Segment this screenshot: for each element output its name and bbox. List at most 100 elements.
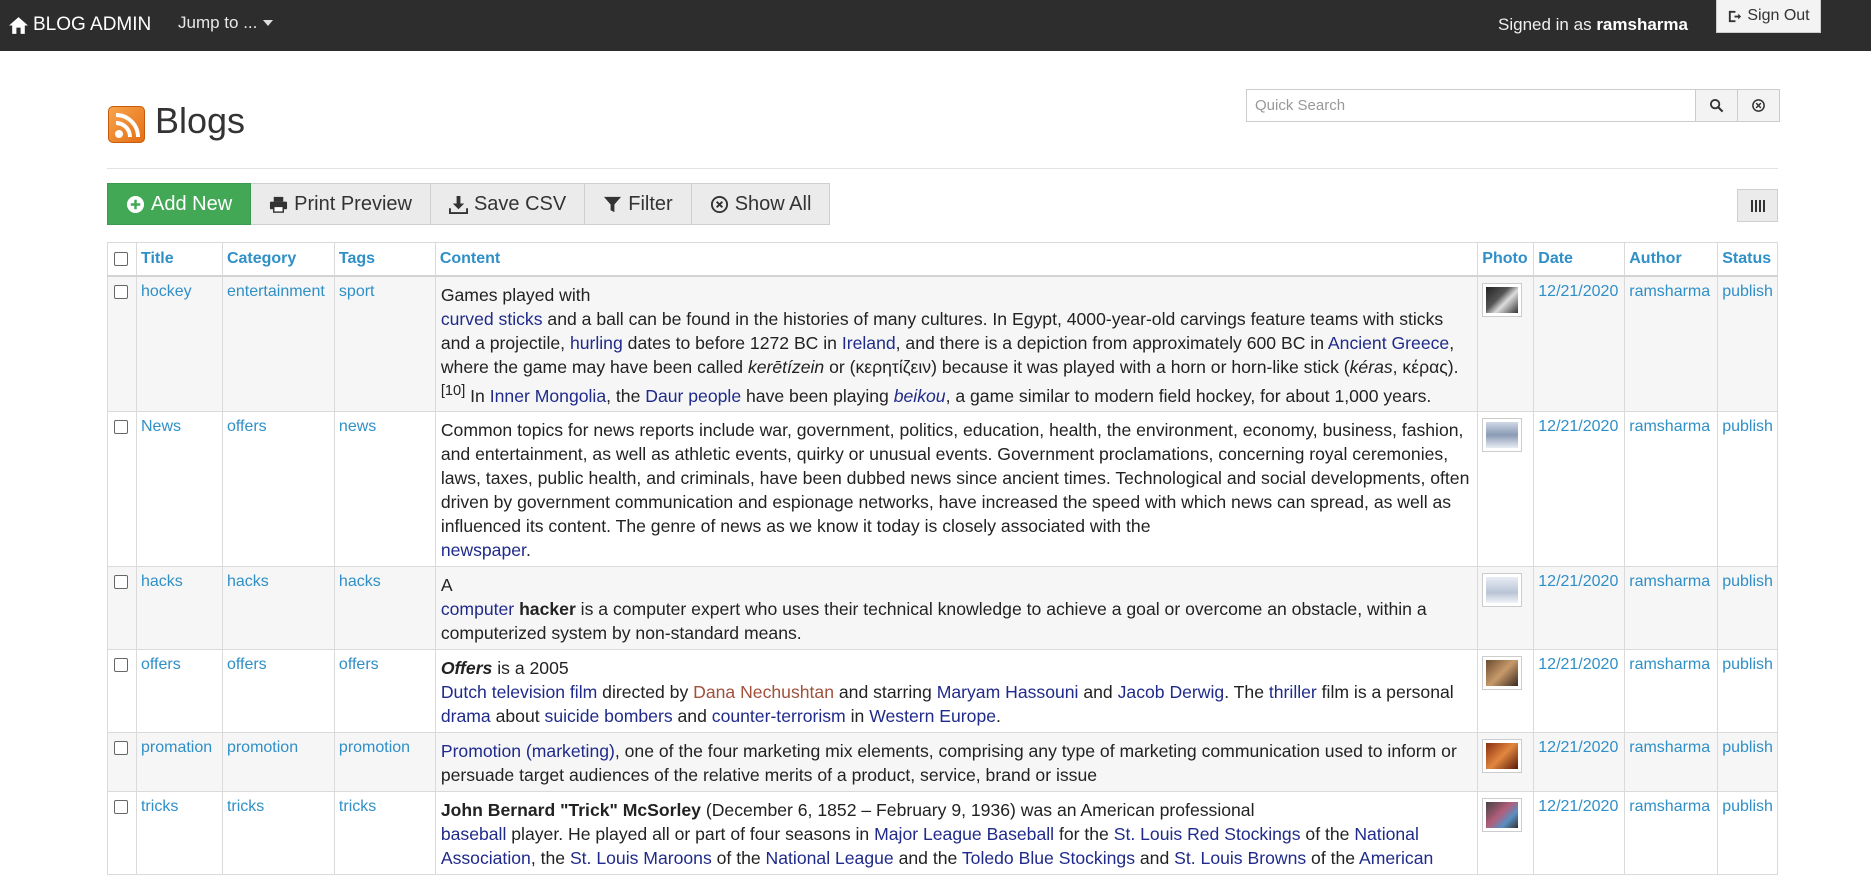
brand-label: BLOG ADMIN [33, 14, 152, 35]
brand-link[interactable]: BLOG ADMIN [8, 12, 151, 38]
cell-tags-link[interactable]: sport [339, 283, 375, 300]
cell-date-link[interactable]: 12/21/2020 [1538, 798, 1618, 815]
cell-title-link[interactable]: News [141, 418, 181, 435]
cell-status-link[interactable]: publish [1722, 418, 1773, 435]
save-csv-button[interactable]: Save CSV [430, 183, 586, 225]
cell-category-link[interactable]: tricks [227, 798, 264, 815]
jump-to-dropdown[interactable]: Jump to ... [178, 13, 274, 33]
content-link[interactable]: Toledo Blue Stockings [962, 848, 1135, 868]
row-checkbox[interactable] [114, 575, 128, 590]
photo-thumbnail[interactable] [1482, 739, 1523, 774]
content-link[interactable]: hurling [570, 333, 623, 353]
content-link[interactable]: Major League Baseball [874, 824, 1054, 844]
cell-author-link[interactable]: ramsharma [1629, 739, 1710, 756]
add-new-button[interactable]: Add New [107, 183, 252, 225]
content-link[interactable]: thriller [1269, 682, 1317, 702]
cell-author-link[interactable]: ramsharma [1629, 798, 1710, 815]
cell-date-link[interactable]: 12/21/2020 [1538, 656, 1618, 673]
content-link[interactable]: Dutch [441, 682, 487, 702]
content-link[interactable]: St. Louis Red Stockings [1114, 824, 1301, 844]
photo-thumbnail[interactable] [1482, 418, 1523, 453]
cell-tags-link[interactable]: promotion [339, 739, 410, 756]
content-link[interactable]: Maryam Hassouni [937, 682, 1079, 702]
content-link[interactable]: Promotion (marketing) [441, 741, 615, 761]
content-link[interactable]: St. Louis Browns [1174, 848, 1306, 868]
content-link[interactable]: curved sticks [441, 309, 543, 329]
show-all-button[interactable]: Show All [691, 183, 831, 225]
cell-category-link[interactable]: entertainment [227, 283, 325, 300]
content-link[interactable]: St. Louis Maroons [570, 848, 712, 868]
cell-category-link[interactable]: offers [227, 418, 267, 435]
content-link[interactable]: beikou [894, 385, 946, 405]
cell-date-link[interactable]: 12/21/2020 [1538, 573, 1618, 590]
content-text: in [845, 706, 870, 727]
photo-thumbnail[interactable] [1482, 573, 1523, 608]
sign-out-button[interactable]: Sign Out [1716, 0, 1821, 33]
cell-author-link[interactable]: ramsharma [1629, 573, 1710, 590]
cell-date-link[interactable]: 12/21/2020 [1538, 418, 1618, 435]
cell-status-link[interactable]: publish [1722, 798, 1773, 815]
row-checkbox[interactable] [114, 800, 128, 815]
search-input[interactable] [1246, 89, 1696, 122]
content-link[interactable]: Inner Mongolia [490, 385, 606, 405]
cell-author-link[interactable]: ramsharma [1629, 283, 1710, 300]
cell-status-link[interactable]: publish [1722, 739, 1773, 756]
content-link[interactable]: Ireland [842, 333, 896, 353]
content-text: and [1135, 848, 1175, 869]
cell-tags-link[interactable]: offers [339, 656, 379, 673]
content-link[interactable]: computer [441, 599, 514, 619]
cell-tags-link[interactable]: hacks [339, 573, 381, 590]
photo-thumbnail[interactable] [1482, 282, 1523, 317]
content-link[interactable]: Ancient Greece [1328, 333, 1449, 353]
row-checkbox[interactable] [114, 420, 128, 435]
content-link[interactable]: newspaper [441, 540, 526, 560]
column-header-photo[interactable]: Photo [1477, 242, 1535, 277]
content-link[interactable]: Dana Nechushtan [693, 682, 834, 702]
column-header-date[interactable]: Date [1533, 242, 1626, 277]
row-checkbox[interactable] [114, 658, 128, 673]
cell-category-link[interactable]: hacks [227, 573, 269, 590]
cell-date-link[interactable]: 12/21/2020 [1538, 283, 1618, 300]
cell-status-link[interactable]: publish [1722, 573, 1773, 590]
cell-tags-link[interactable]: news [339, 418, 376, 435]
cell-author-link[interactable]: ramsharma [1629, 418, 1710, 435]
content-link[interactable]: American [1359, 848, 1433, 868]
cell-status-link[interactable]: publish [1722, 283, 1773, 300]
cell-category-link[interactable]: promotion [227, 739, 298, 756]
content-link[interactable]: suicide bombers [545, 706, 673, 726]
content-link[interactable]: Jacob Derwig [1118, 682, 1225, 702]
cell-title-link[interactable]: hockey [141, 283, 192, 300]
columns-toggle-button[interactable] [1737, 189, 1778, 222]
cell-author-link[interactable]: ramsharma [1629, 656, 1710, 673]
cell-title-link[interactable]: tricks [141, 798, 178, 815]
cell-title-link[interactable]: offers [141, 656, 181, 673]
photo-thumbnail[interactable] [1482, 656, 1523, 691]
column-header-content[interactable]: Content [434, 242, 1479, 277]
content-link[interactable]: baseball [441, 824, 507, 844]
row-checkbox[interactable] [114, 284, 128, 299]
cell-title-link[interactable]: promation [141, 739, 212, 756]
clear-search-button[interactable] [1738, 89, 1780, 122]
content-link[interactable]: National League [766, 848, 894, 868]
cell-date-link[interactable]: 12/21/2020 [1538, 739, 1618, 756]
cell-tags-link[interactable]: tricks [339, 798, 376, 815]
photo-thumbnail[interactable] [1482, 798, 1523, 833]
search-button[interactable] [1696, 89, 1738, 122]
content-link[interactable]: Western Europe [869, 706, 996, 726]
select-all-checkbox[interactable] [114, 252, 128, 266]
column-header-status[interactable]: Status [1717, 242, 1778, 277]
content-link[interactable]: counter-terrorism [712, 706, 846, 726]
content-link[interactable]: television film [492, 682, 598, 702]
cell-category-link[interactable]: offers [227, 656, 267, 673]
column-header-title[interactable]: Title [135, 242, 223, 277]
content-link[interactable]: drama [441, 706, 491, 726]
row-checkbox[interactable] [114, 741, 128, 756]
content-link[interactable]: Daur people [645, 385, 741, 405]
column-header-author[interactable]: Author [1624, 242, 1719, 277]
print-preview-button[interactable]: Print Preview [251, 183, 431, 225]
column-header-category[interactable]: Category [221, 242, 335, 277]
cell-title-link[interactable]: hacks [141, 573, 183, 590]
cell-status-link[interactable]: publish [1722, 656, 1773, 673]
filter-button[interactable]: Filter [585, 183, 692, 225]
column-header-tags[interactable]: Tags [333, 242, 436, 277]
